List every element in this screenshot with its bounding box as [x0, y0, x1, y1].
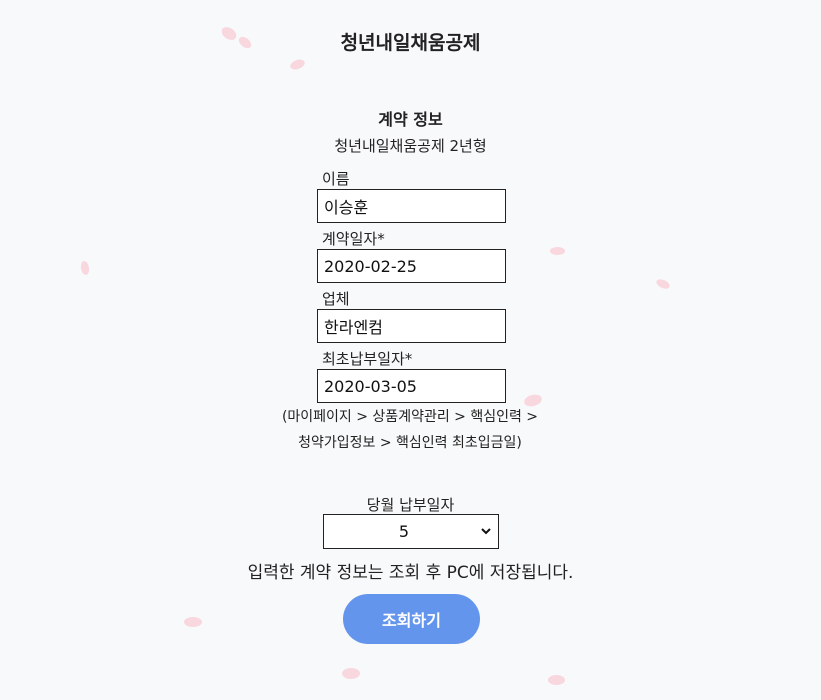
chevron-down-icon [481, 528, 491, 535]
hint-line-2: 청약가입정보 > 핵심인력 최초입금일) [298, 435, 522, 451]
save-notice: 입력한 계약 정보는 조회 후 PC에 저장됩니다. [247, 563, 574, 583]
petal-decoration [550, 247, 565, 255]
company-label: 업체 [322, 290, 350, 308]
search-button[interactable]: 조회하기 [343, 594, 480, 644]
name-input[interactable] [317, 189, 506, 223]
first-payment-date-input[interactable] [317, 369, 506, 403]
app-title: 청년내일채움공제 [340, 32, 481, 54]
petal-decoration [184, 617, 202, 627]
petal-decoration [548, 675, 565, 685]
name-label: 이름 [322, 170, 350, 188]
page: 청년내일채움공제 계약 정보 청년내일채움공제 2년형 이름 계약일자* 업체 … [0, 0, 821, 700]
first-payment-hint: (마이페이지 > 상품계약관리 > 핵심인력 > 청약가입정보 > 핵심인력 최… [240, 404, 580, 456]
payment-day-value: 5 [398, 522, 410, 541]
payment-day-select[interactable]: 5 [323, 514, 499, 549]
hint-line-1: (마이페이지 > 상품계약관리 > 핵심인력 > [281, 409, 539, 425]
petal-decoration [654, 277, 672, 291]
contract-date-label: 계약일자* [322, 230, 385, 248]
petal-decoration [79, 260, 91, 276]
payment-day-label: 당월 납부일자 [366, 496, 455, 514]
first-payment-date-label: 최초납부일자* [322, 350, 413, 368]
section-title: 계약 정보 [378, 110, 443, 129]
product-name: 청년내일채움공제 2년형 [334, 137, 487, 155]
company-input[interactable] [317, 309, 506, 343]
petal-decoration [288, 57, 307, 72]
contract-date-input[interactable] [317, 249, 506, 283]
petal-decoration [342, 668, 360, 679]
